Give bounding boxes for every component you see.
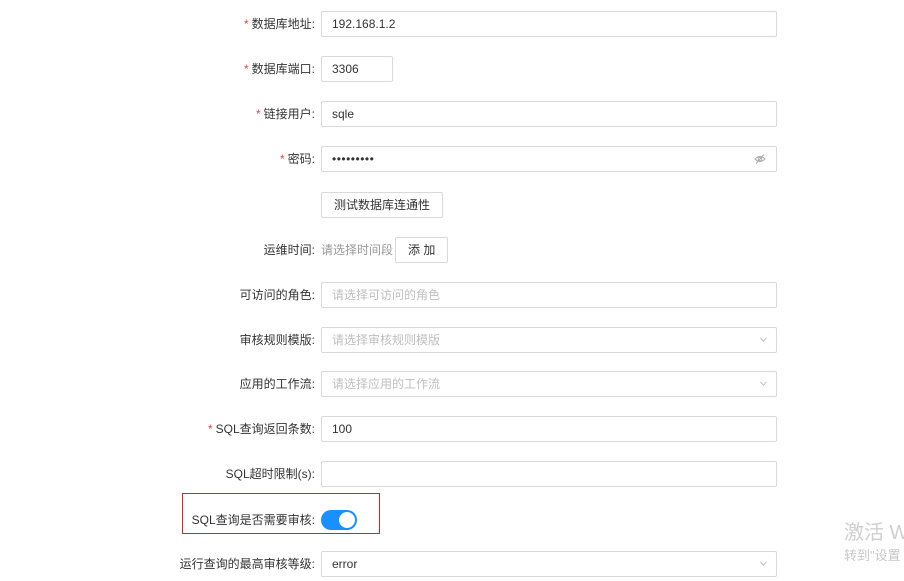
sql-query-audit-switch[interactable]	[321, 510, 357, 530]
maintenance-time-label: 运维时间:	[263, 243, 315, 257]
roles-row: 可访问的角色: 请选择可访问的角色	[0, 282, 904, 308]
sql-query-limit-input[interactable]: 100	[321, 416, 777, 442]
sql-query-audit-label: SQL查询是否需要审核:	[191, 513, 315, 527]
required-star: *	[207, 422, 213, 436]
sql-timeout-label: SQL超时限制(s):	[225, 467, 315, 481]
test-connection-button[interactable]: 测试数据库连通性	[321, 192, 444, 218]
rule-template-select[interactable]: 请选择审核规则模版	[321, 327, 777, 353]
sql-query-limit-row: * SQL查询返回条数: 100	[0, 416, 904, 442]
db-password-input[interactable]: •••••••••	[321, 146, 777, 172]
db-user-value: sqle	[332, 107, 355, 121]
workflow-row: 应用的工作流: 请选择应用的工作流	[0, 371, 904, 397]
rule-template-label: 审核规则模版:	[239, 333, 315, 347]
sql-query-audit-row: SQL查询是否需要审核:	[0, 507, 904, 533]
chevron-down-icon	[760, 337, 767, 342]
db-user-label: * 链接用户:	[255, 107, 315, 121]
maintenance-time-row: 运维时间: 请选择时间段 添 加	[0, 237, 904, 263]
activation-watermark-title: 激活 W	[844, 522, 904, 544]
max-audit-level-row: 运行查询的最高审核等级: error	[0, 551, 904, 577]
required-star: *	[243, 17, 249, 31]
db-port-value: 3306	[332, 62, 359, 76]
roles-select[interactable]: 请选择可访问的角色	[321, 282, 777, 308]
sql-query-limit-value: 100	[332, 422, 353, 436]
db-password-value: •••••••••	[332, 152, 375, 166]
eye-invisible-icon[interactable]	[754, 153, 766, 165]
db-user-row: * 链接用户: sqle	[0, 101, 904, 127]
db-port-input[interactable]: 3306	[321, 56, 393, 82]
workflow-label: 应用的工作流:	[239, 377, 315, 391]
db-port-label: * 数据库端口:	[243, 62, 315, 76]
chevron-down-icon	[760, 561, 767, 566]
db-address-label: * 数据库地址:	[243, 17, 315, 31]
switch-knob	[339, 512, 355, 528]
rule-template-row: 审核规则模版: 请选择审核规则模版	[0, 327, 904, 353]
maintenance-time-placeholder: 请选择时间段	[321, 243, 394, 257]
add-maintenance-time-button[interactable]: 添 加	[395, 237, 449, 263]
required-star: *	[279, 152, 285, 166]
roles-label: 可访问的角色:	[239, 288, 315, 302]
db-address-value: 192.168.1.2	[332, 17, 396, 31]
required-star: *	[255, 107, 261, 121]
activation-watermark-subtitle: 转到"设置	[844, 548, 901, 563]
rule-template-placeholder: 请选择审核规则模版	[332, 333, 441, 347]
workflow-placeholder: 请选择应用的工作流	[332, 377, 441, 391]
db-user-input[interactable]: sqle	[321, 101, 777, 127]
max-audit-level-label: 运行查询的最高审核等级:	[179, 557, 315, 571]
chevron-down-icon	[760, 381, 767, 386]
sql-timeout-input[interactable]	[321, 461, 777, 487]
max-audit-level-select[interactable]: error	[321, 551, 777, 577]
db-address-input[interactable]: 192.168.1.2	[321, 11, 777, 37]
db-password-row: * 密码: •••••••••	[0, 146, 904, 172]
workflow-select[interactable]: 请选择应用的工作流	[321, 371, 777, 397]
db-password-label: * 密码:	[279, 152, 315, 166]
roles-placeholder: 请选择可访问的角色	[332, 288, 441, 302]
max-audit-level-value: error	[332, 557, 358, 571]
db-port-row: * 数据库端口: 3306	[0, 56, 904, 82]
required-star: *	[243, 62, 249, 76]
db-address-row: * 数据库地址: 192.168.1.2	[0, 11, 904, 37]
sql-timeout-row: SQL超时限制(s):	[0, 461, 904, 487]
sql-query-limit-label: * SQL查询返回条数:	[207, 422, 315, 436]
